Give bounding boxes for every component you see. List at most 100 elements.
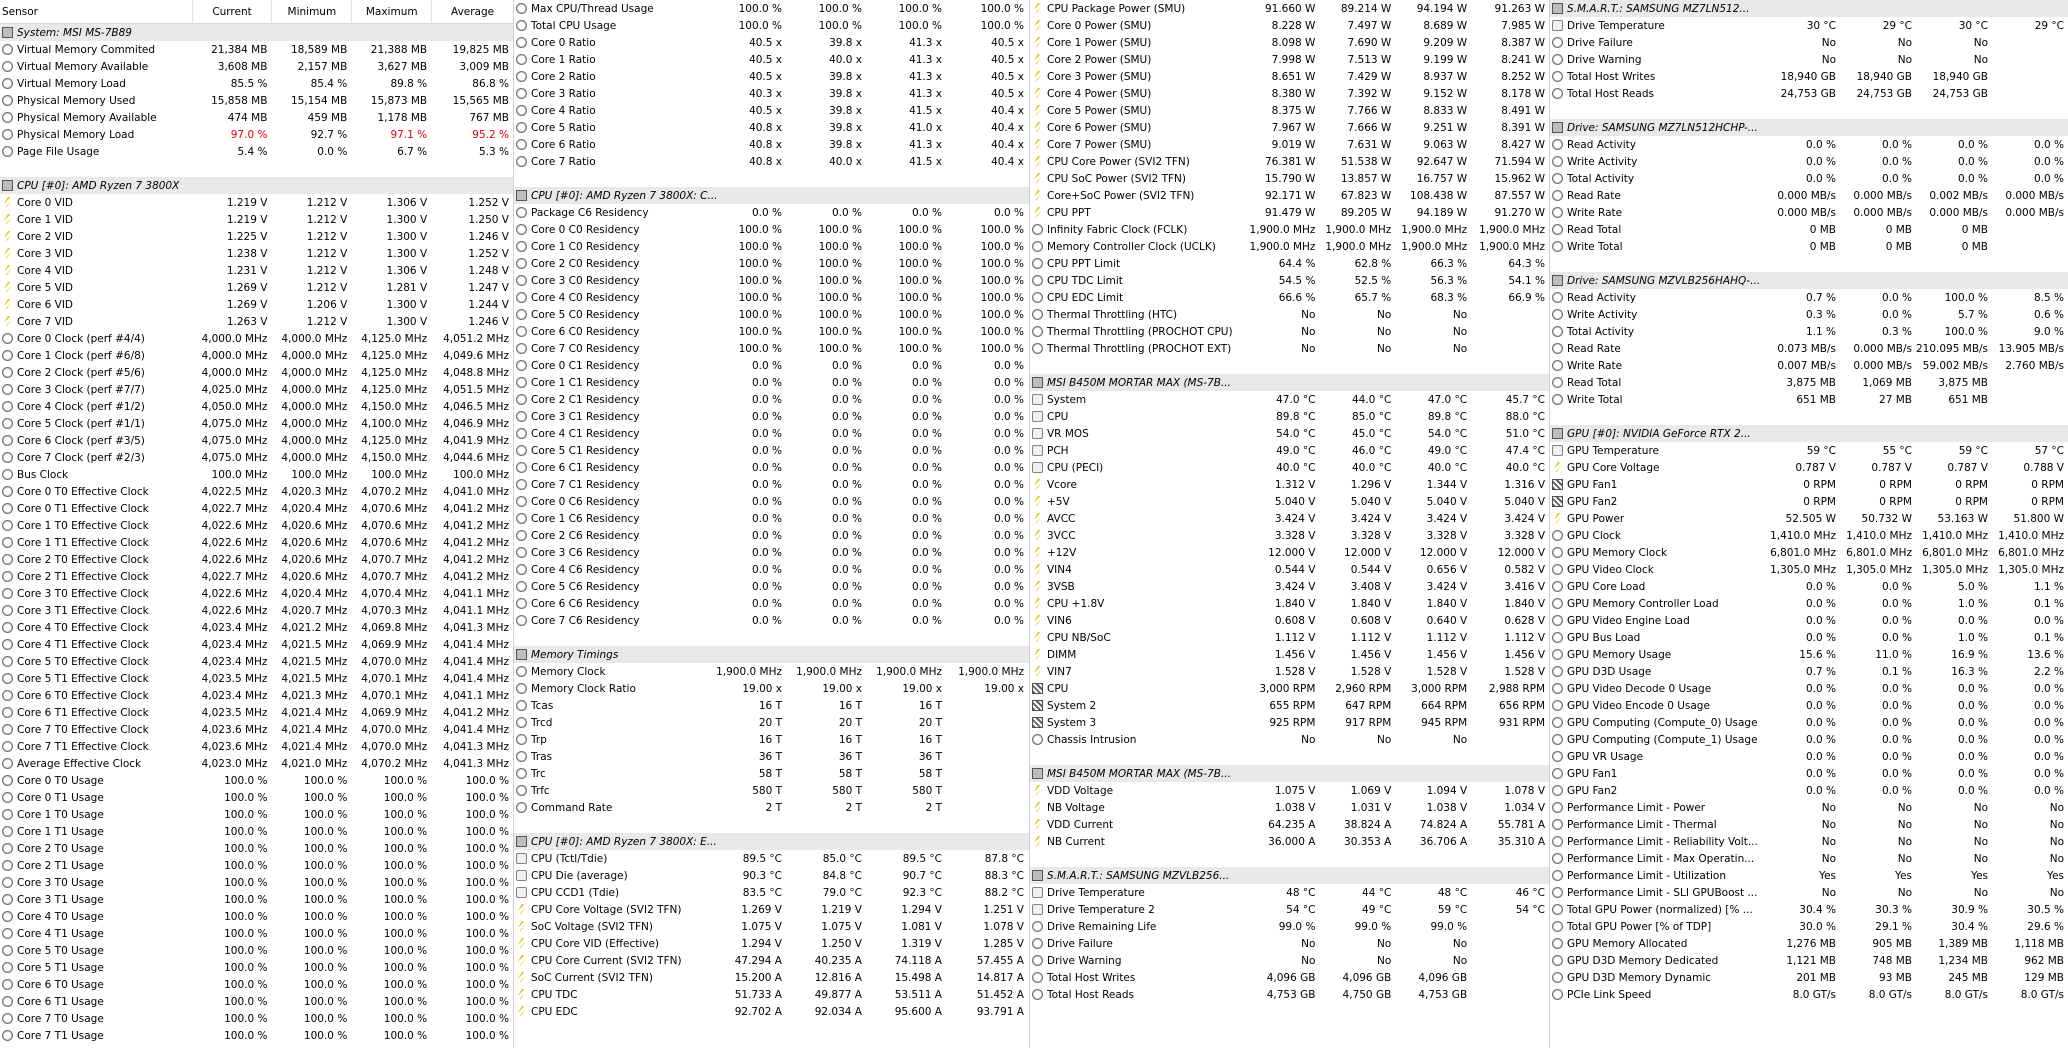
sensor-row[interactable]: GPU Temperature 59 °C 55 °C 59 °C 57 °C: [1550, 442, 2068, 459]
sensor-row[interactable]: Core 4 C1 Residency 0.0 % 0.0 % 0.0 % 0.0 %: [514, 425, 1029, 442]
sensor-row[interactable]: GPU Core Load 0.0 % 0.0 % 5.0 % 1.1 %: [1550, 578, 2068, 595]
sensor-row[interactable]: Core 4 C6 Residency 0.0 % 0.0 % 0.0 % 0.0 %: [514, 561, 1029, 578]
sensor-row[interactable]: Total Host Reads 24,753 GB 24,753 GB 24,753…: [1550, 85, 2068, 102]
sensor-group-header[interactable]: System: MSI MS-7B89: [0, 24, 513, 41]
sensor-row[interactable]: Physical Memory Load 97.0 % 92.7 % 97.1 % 95…: [0, 126, 513, 143]
sensor-row[interactable]: GPU D3D Usage 0.7 % 0.1 % 16.3 % 2.2 %: [1550, 663, 2068, 680]
sensor-row[interactable]: Core 2 Ratio 40.5 x 39.8 x 41.3 x 40.5 x: [514, 68, 1029, 85]
sensor-row[interactable]: Core 3 T0 Usage 100.0 % 100.0 % 100.0 % 100.…: [0, 874, 513, 891]
sensor-row[interactable]: Core 7 Ratio 40.8 x 40.0 x 41.5 x 40.4 x: [514, 153, 1029, 170]
sensor-row[interactable]: CPU PPT 91.479 W 89.205 W 94.189 W 91.270 W: [1030, 204, 1549, 221]
sensor-row[interactable]: CPU EDC Limit 66.6 % 65.7 % 68.3 % 66.9 %: [1030, 289, 1549, 306]
sensor-row[interactable]: Core 6 Power (SMU) 7.967 W 7.666 W 9.251 W8…: [1030, 119, 1549, 136]
sensor-row[interactable]: Performance Limit - Max Operatin... No No N…: [1550, 850, 2068, 867]
sensor-row[interactable]: Core 4 Power (SMU) 8.380 W 7.392 W 9.152 W8…: [1030, 85, 1549, 102]
sensor-row[interactable]: Core 2 C0 Residency 100.0 % 100.0 % 100.0 %…: [514, 255, 1029, 272]
sensor-row[interactable]: Core 6 VID 1.269 V 1.206 V 1.300 V 1.244 V: [0, 296, 513, 313]
sensor-row[interactable]: Core 2 T1 Usage 100.0 % 100.0 % 100.0 % 100.…: [0, 857, 513, 874]
sensor-row[interactable]: Trcd 20 T 20 T 20 T: [514, 714, 1029, 731]
sensor-row[interactable]: Core 1 T1 Effective Clock 4,022.6 MHz 4,02…: [0, 534, 513, 551]
sensor-row[interactable]: Memory Controller Clock (UCLK) 1,900.0 MH…: [1030, 238, 1549, 255]
sensor-row[interactable]: Core 2 VID 1.225 V 1.212 V 1.300 V 1.246 V: [0, 228, 513, 245]
sensor-group-header[interactable]: Drive: SAMSUNG MZVLB256HAHQ-...: [1550, 272, 2068, 289]
sensor-row[interactable]: System 2 655 RPM 647 RPM 664 RPM 656 RPM: [1030, 697, 1549, 714]
sensor-row[interactable]: GPU Computing (Compute_1) Usage 0.0 % 0.0 …: [1550, 731, 2068, 748]
sensor-row[interactable]: Core 7 T1 Effective Clock 4,023.6 MHz 4,02…: [0, 738, 513, 755]
sensor-row[interactable]: Core 5 T0 Effective Clock 4,023.4 MHz 4,02…: [0, 653, 513, 670]
sensor-row[interactable]: VIN6 0.608 V 0.608 V 0.640 V 0.628 V: [1030, 612, 1549, 629]
sensor-row[interactable]: Core 6 Clock (perf #3/5) 4,075.0 MHz 4,000…: [0, 432, 513, 449]
sensor-row[interactable]: Core 3 Power (SMU) 8.651 W 7.429 W 8.937 W8…: [1030, 68, 1549, 85]
sensor-row[interactable]: Performance Limit - Power No No No No: [1550, 799, 2068, 816]
sensor-row[interactable]: GPU Bus Load 0.0 % 0.0 % 1.0 % 0.1 %: [1550, 629, 2068, 646]
sensor-row[interactable]: GPU D3D Memory Dedicated 1,121 MB 748 MB 1,…: [1550, 952, 2068, 969]
sensor-row[interactable]: GPU D3D Memory Dynamic 201 MB 93 MB 245 MB 1…: [1550, 969, 2068, 986]
sensor-row[interactable]: Performance Limit - Thermal No No No No: [1550, 816, 2068, 833]
sensor-row[interactable]: GPU Fan2 0.0 % 0.0 % 0.0 % 0.0 %: [1550, 782, 2068, 799]
sensor-row[interactable]: CPU Die (average) 90.3 °C 84.8 °C 90.7 °C 88…: [514, 867, 1029, 884]
sensor-row[interactable]: Core 2 T1 Effective Clock 4,022.7 MHz 4,02…: [0, 568, 513, 585]
sensor-row[interactable]: Drive Temperature 2 54 °C 49 °C 59 °C 54 °C: [1030, 901, 1549, 918]
sensor-row[interactable]: Trc 58 T 58 T 58 T: [514, 765, 1029, 782]
sensor-row[interactable]: Core 3 Clock (perf #7/7) 4,025.0 MHz 4,000…: [0, 381, 513, 398]
sensor-row[interactable]: Core 6 C6 Residency 0.0 % 0.0 % 0.0 % 0.0 %: [514, 595, 1029, 612]
sensor-row[interactable]: Core 7 Clock (perf #2/3) 4,075.0 MHz 4,000…: [0, 449, 513, 466]
sensor-row[interactable]: Thermal Throttling (PROCHOT CPU) No No No: [1030, 323, 1549, 340]
sensor-row[interactable]: NB Voltage 1.038 V 1.031 V 1.038 V 1.034 V: [1030, 799, 1549, 816]
sensor-row[interactable]: CPU Package Power (SMU) 91.660 W 89.214 W9…: [1030, 0, 1549, 17]
sensor-row[interactable]: Write Total 651 MB 27 MB 651 MB: [1550, 391, 2068, 408]
sensor-row[interactable]: Core 3 C6 Residency 0.0 % 0.0 % 0.0 % 0.0 %: [514, 544, 1029, 561]
sensor-row[interactable]: Read Total 0 MB 0 MB 0 MB: [1550, 221, 2068, 238]
sensor-row[interactable]: Core 3 T0 Effective Clock 4,022.6 MHz 4,02…: [0, 585, 513, 602]
sensor-row[interactable]: Write Activity 0.0 % 0.0 % 0.0 % 0.0 %: [1550, 153, 2068, 170]
sensor-row[interactable]: Core 3 T1 Usage 100.0 % 100.0 % 100.0 % 100.…: [0, 891, 513, 908]
sensor-row[interactable]: GPU Memory Controller Load 0.0 % 0.0 % 1.0 …: [1550, 595, 2068, 612]
sensor-row[interactable]: Total Activity 1.1 % 0.3 % 100.0 % 9.0 %: [1550, 323, 2068, 340]
sensor-row[interactable]: Core 7 C1 Residency 0.0 % 0.0 % 0.0 % 0.0 %: [514, 476, 1029, 493]
sensor-row[interactable]: Total CPU Usage 100.0 % 100.0 % 100.0 % 100.…: [514, 17, 1029, 34]
sensor-row[interactable]: Tras 36 T 36 T 36 T: [514, 748, 1029, 765]
sensor-row[interactable]: Package C6 Residency 0.0 % 0.0 % 0.0 % 0.0 %: [514, 204, 1029, 221]
sensor-row[interactable]: CPU +1.8V 1.840 V 1.840 V 1.840 V 1.840 V: [1030, 595, 1549, 612]
sensor-row[interactable]: Core 2 Power (SMU) 7.998 W 7.513 W 9.199 W8…: [1030, 51, 1549, 68]
header-minimum[interactable]: Minimum: [271, 0, 351, 24]
sensor-row[interactable]: Core 5 C6 Residency 0.0 % 0.0 % 0.0 % 0.0 %: [514, 578, 1029, 595]
sensor-row[interactable]: CPU EDC 92.702 A 92.034 A 95.600 A 93.791 A: [514, 1003, 1029, 1020]
sensor-row[interactable]: Total GPU Power (normalized) [% ... 30.4 …: [1550, 901, 2068, 918]
sensor-row[interactable]: Core 4 Clock (perf #1/2) 4,050.0 MHz 4,000…: [0, 398, 513, 415]
sensor-row[interactable]: Virtual Memory Load 85.5 % 85.4 % 89.8 % 86.…: [0, 75, 513, 92]
sensor-row[interactable]: Core 4 VID 1.231 V 1.212 V 1.306 V 1.248 V: [0, 262, 513, 279]
sensor-row[interactable]: 3VCC 3.328 V 3.328 V 3.328 V 3.328 V: [1030, 527, 1549, 544]
sensor-row[interactable]: Core 4 T0 Effective Clock 4,023.4 MHz 4,02…: [0, 619, 513, 636]
sensor-row[interactable]: Core 0 T0 Usage 100.0 % 100.0 % 100.0 % 100.…: [0, 772, 513, 789]
sensor-row[interactable]: Core 4 T1 Effective Clock 4,023.4 MHz 4,02…: [0, 636, 513, 653]
sensor-row[interactable]: Trfc 580 T 580 T 580 T: [514, 782, 1029, 799]
sensor-row[interactable]: GPU Power 52.505 W 50.732 W 53.163 W 51.800 …: [1550, 510, 2068, 527]
sensor-row[interactable]: Core 1 T0 Usage 100.0 % 100.0 % 100.0 % 100.…: [0, 806, 513, 823]
header-maximum[interactable]: Maximum: [351, 0, 431, 24]
sensor-row[interactable]: Core 6 T0 Effective Clock 4,023.4 MHz 4,02…: [0, 687, 513, 704]
sensor-row[interactable]: Performance Limit - Utilization Yes Yes Yes…: [1550, 867, 2068, 884]
sensor-column-4[interactable]: S.M.A.R.T.: SAMSUNG MZ7LN512... Drive Tem…: [1550, 0, 2068, 1048]
sensor-row[interactable]: GPU Core Voltage 0.787 V 0.787 V 0.787 V 0.7…: [1550, 459, 2068, 476]
sensor-row[interactable]: Vcore 1.312 V 1.296 V 1.344 V 1.316 V: [1030, 476, 1549, 493]
sensor-row[interactable]: GPU Video Clock 1,305.0 MHz 1,305.0 MHz 1,3…: [1550, 561, 2068, 578]
sensor-row[interactable]: Core 7 C0 Residency 100.0 % 100.0 % 100.0 %…: [514, 340, 1029, 357]
sensor-row[interactable]: Core 0 Power (SMU) 8.228 W 7.497 W 8.689 W7…: [1030, 17, 1549, 34]
sensor-row[interactable]: Physical Memory Available 474 MB 459 MB 1,1…: [0, 109, 513, 126]
sensor-row[interactable]: CPU NB/SoC 1.112 V 1.112 V 1.112 V 1.112 V: [1030, 629, 1549, 646]
sensor-row[interactable]: PCH 49.0 °C 46.0 °C 49.0 °C 47.4 °C: [1030, 442, 1549, 459]
sensor-row[interactable]: Physical Memory Used 15,858 MB 15,154 MB 15…: [0, 92, 513, 109]
sensor-row[interactable]: Memory Clock 1,900.0 MHz 1,900.0 MHz 1,900.…: [514, 663, 1029, 680]
sensor-row[interactable]: CPU CCD1 (Tdie) 83.5 °C 79.0 °C 92.3 °C 88.2…: [514, 884, 1029, 901]
sensor-row[interactable]: Core 5 Clock (perf #1/1) 4,075.0 MHz 4,000…: [0, 415, 513, 432]
sensor-row[interactable]: CPU SoC Power (SVI2 TFN) 15.790 W 13.857 W…: [1030, 170, 1549, 187]
sensor-row[interactable]: Virtual Memory Available 3,608 MB 2,157 MB…: [0, 58, 513, 75]
sensor-row[interactable]: CPU (Tctl/Tdie) 89.5 °C 85.0 °C 89.5 °C 87.8…: [514, 850, 1029, 867]
sensor-group-header[interactable]: GPU [#0]: NVIDIA GeForce RTX 2...: [1550, 425, 2068, 442]
sensor-row[interactable]: Core 0 C0 Residency 100.0 % 100.0 % 100.0 %…: [514, 221, 1029, 238]
sensor-row[interactable]: CPU PPT Limit 64.4 % 62.8 % 66.3 % 64.3 %: [1030, 255, 1549, 272]
sensor-row[interactable]: GPU Video Encode 0 Usage 0.0 % 0.0 % 0.0 % 0…: [1550, 697, 2068, 714]
sensor-row[interactable]: Core 7 T0 Usage 100.0 % 100.0 % 100.0 % 100.…: [0, 1010, 513, 1027]
sensor-row[interactable]: Core 5 C0 Residency 100.0 % 100.0 % 100.0 %…: [514, 306, 1029, 323]
